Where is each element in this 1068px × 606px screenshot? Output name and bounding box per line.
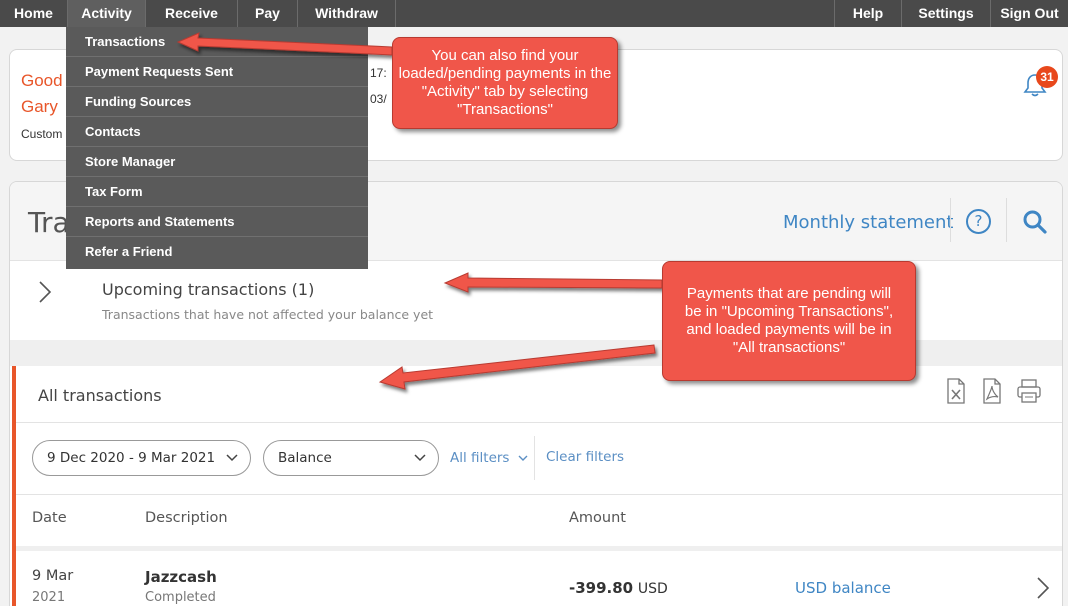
date-range-value: 9 Dec 2020 - 9 Mar 2021 [47, 450, 216, 466]
print-icon[interactable] [1016, 378, 1042, 404]
divider [16, 422, 1062, 423]
monthly-statement-link[interactable]: Monthly statement [783, 212, 953, 233]
menu-item-contacts[interactable]: Contacts [66, 117, 368, 147]
nav-activity[interactable]: Activity [68, 0, 146, 27]
row-amount: -399.80 [569, 579, 634, 597]
greeting-line1: Good [21, 71, 63, 90]
row-status: Completed [145, 590, 216, 605]
annotation-callout-activity: You can also find your loaded/pending pa… [392, 37, 618, 129]
row-account-link[interactable]: USD balance [795, 579, 891, 597]
pdf-export-icon[interactable] [982, 378, 1002, 404]
page: Home Activity Receive Pay Withdraw Help … [0, 0, 1068, 606]
greeting-name: Gary [21, 97, 58, 116]
account-date: 03/ [370, 92, 387, 106]
account-time: 17: [370, 66, 387, 80]
nav-withdraw[interactable]: Withdraw [298, 0, 396, 27]
chevron-down-icon [226, 454, 238, 462]
divider [950, 198, 951, 242]
divider [534, 436, 535, 480]
row-year: 2021 [32, 590, 66, 605]
nav-pay[interactable]: Pay [238, 0, 298, 27]
chevron-right-icon[interactable] [1036, 576, 1050, 600]
row-description: Jazzcash [145, 568, 217, 586]
table-row[interactable]: 9 Mar 2021 Jazzcash Completed -399.80 US… [16, 552, 1062, 606]
nav-settings[interactable]: Settings [902, 0, 991, 27]
row-amount-wrap: -399.80 USD [569, 579, 668, 597]
nav-receive[interactable]: Receive [146, 0, 238, 27]
divider [1006, 198, 1007, 242]
menu-item-funding-sources[interactable]: Funding Sources [66, 87, 368, 117]
balance-filter[interactable]: Balance [263, 440, 439, 476]
all-transactions-section: All transactions 9 Dec 2020 - 9 Mar 2021… [12, 366, 1062, 606]
help-icon[interactable]: ? [966, 209, 991, 234]
top-nav: Home Activity Receive Pay Withdraw Help … [0, 0, 1068, 27]
row-date: 9 Mar [32, 568, 74, 584]
column-header-amount: Amount [569, 510, 626, 526]
all-transactions-title: All transactions [38, 386, 162, 405]
notification-badge: 31 [1036, 66, 1058, 88]
upcoming-title: Upcoming transactions (1) [102, 280, 315, 299]
column-header-date: Date [32, 510, 67, 526]
menu-item-store-manager[interactable]: Store Manager [66, 147, 368, 177]
divider [16, 494, 1062, 495]
menu-item-refer-a-friend[interactable]: Refer a Friend [66, 237, 368, 267]
balance-filter-value: Balance [278, 450, 332, 466]
search-icon[interactable] [1022, 209, 1048, 235]
all-filters-label: All filters [450, 450, 510, 466]
date-range-filter[interactable]: 9 Dec 2020 - 9 Mar 2021 [32, 440, 251, 476]
chevron-down-icon [518, 455, 528, 461]
page-title: Tra [28, 206, 70, 239]
excel-export-icon[interactable] [946, 378, 966, 404]
annotation-callout-upcoming: Payments that are pending will be in "Up… [662, 261, 916, 381]
row-currency: USD [637, 581, 668, 597]
account-type: Custom [21, 127, 63, 141]
nav-help[interactable]: Help [834, 0, 902, 27]
divider [16, 546, 1062, 551]
chevron-right-icon [39, 281, 52, 303]
menu-item-transactions[interactable]: Transactions [66, 27, 368, 57]
menu-item-tax-form[interactable]: Tax Form [66, 177, 368, 207]
menu-item-payment-requests-sent[interactable]: Payment Requests Sent [66, 57, 368, 87]
clear-filters-link[interactable]: Clear filters [546, 449, 624, 465]
nav-home[interactable]: Home [0, 0, 68, 27]
upcoming-subtitle: Transactions that have not affected your… [102, 307, 434, 322]
nav-sign-out[interactable]: Sign Out [991, 0, 1068, 27]
column-header-description: Description [145, 510, 228, 526]
activity-dropdown-menu: Transactions Payment Requests Sent Fundi… [66, 27, 368, 269]
all-filters-button[interactable]: All filters [450, 450, 528, 466]
menu-item-reports-and-statements[interactable]: Reports and Statements [66, 207, 368, 237]
chevron-down-icon [414, 454, 426, 462]
